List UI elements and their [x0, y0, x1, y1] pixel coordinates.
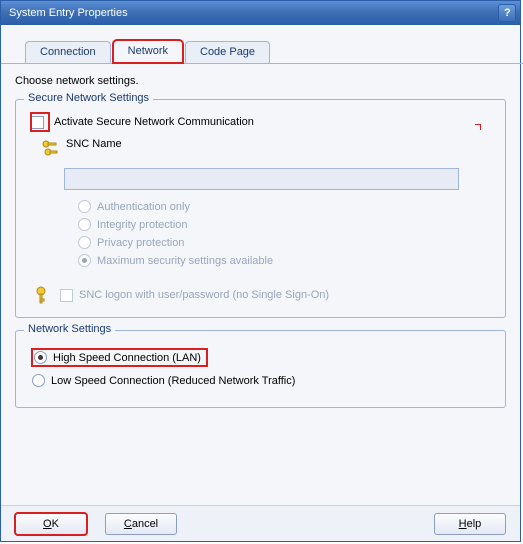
- activate-snc-label: Activate Secure Network Communication: [54, 116, 254, 128]
- tab-connection[interactable]: Connection: [25, 41, 111, 63]
- window-title: System Entry Properties: [9, 7, 128, 19]
- radio-auth-only: [78, 200, 91, 213]
- key-pair-icon: [40, 138, 60, 158]
- tab-divider: [1, 63, 523, 64]
- high-speed-highlight: High Speed Connection (LAN): [32, 349, 207, 366]
- radio-integrity: [78, 218, 91, 231]
- tab-network[interactable]: Network: [113, 40, 183, 63]
- network-group-legend: Network Settings: [24, 323, 115, 335]
- snc-name-input[interactable]: [64, 168, 459, 190]
- key-icon: [34, 285, 54, 305]
- button-bar: OK Cancel Help: [1, 505, 520, 541]
- snc-logon-label: SNC logon with user/password (no Single …: [79, 289, 329, 301]
- snc-logon-row: SNC logon with user/password (no Single …: [34, 285, 493, 305]
- radio-high-speed-label: High Speed Connection (LAN): [53, 352, 201, 364]
- snc-name-label: SNC Name: [66, 138, 122, 150]
- security-level-radios: Authentication only Integrity protection…: [78, 200, 493, 267]
- ok-button[interactable]: OK: [15, 513, 87, 535]
- network-settings-group: Network Settings High Speed Connection (…: [15, 330, 506, 408]
- ok-underline: O: [43, 518, 52, 530]
- dialog-window: System Entry Properties ? Connection Net…: [0, 0, 521, 542]
- tab-codepage[interactable]: Code Page: [185, 41, 270, 63]
- titlebar: System Entry Properties ?: [1, 1, 520, 25]
- titlebar-help-button[interactable]: ?: [498, 4, 516, 22]
- snc-name-row: SNC Name: [40, 138, 493, 158]
- cancel-rest: ancel: [132, 518, 158, 530]
- help-underline: H: [459, 518, 467, 530]
- content-area: Connection Network Code Page Choose netw…: [1, 35, 520, 408]
- radio-privacy: [78, 236, 91, 249]
- radio-integrity-label: Integrity protection: [97, 219, 188, 231]
- help-button[interactable]: Help: [434, 513, 506, 535]
- tab-row: Connection Network Code Page: [25, 35, 520, 63]
- radio-auth-label: Authentication only: [97, 201, 190, 213]
- radio-max-label: Maximum security settings available: [97, 255, 273, 267]
- radio-low-speed-label: Low Speed Connection (Reduced Network Tr…: [51, 375, 295, 387]
- instruction-text: Choose network settings.: [15, 75, 520, 87]
- radio-high-speed[interactable]: [34, 351, 47, 364]
- activate-snc-checkbox[interactable]: [31, 116, 44, 129]
- radio-max-security: [78, 254, 91, 267]
- secure-network-group: Secure Network Settings Activate Secure …: [15, 99, 506, 318]
- svg-text:?: ?: [504, 8, 511, 18]
- ok-rest: K: [52, 518, 59, 530]
- question-icon: ?: [502, 8, 512, 18]
- radio-privacy-label: Privacy protection: [97, 237, 184, 249]
- activate-snc-row: Activate Secure Network Communication: [32, 114, 493, 130]
- cancel-underline: C: [124, 518, 132, 530]
- panel: Secure Network Settings Activate Secure …: [15, 99, 506, 408]
- snc-logon-checkbox: [60, 289, 73, 302]
- corner-mark-icon: [467, 124, 481, 138]
- cancel-button[interactable]: Cancel: [105, 513, 177, 535]
- secure-group-legend: Secure Network Settings: [24, 92, 153, 104]
- help-rest: elp: [467, 518, 482, 530]
- radio-low-speed[interactable]: [32, 374, 45, 387]
- activate-snc-checkbox-highlight: [32, 114, 48, 130]
